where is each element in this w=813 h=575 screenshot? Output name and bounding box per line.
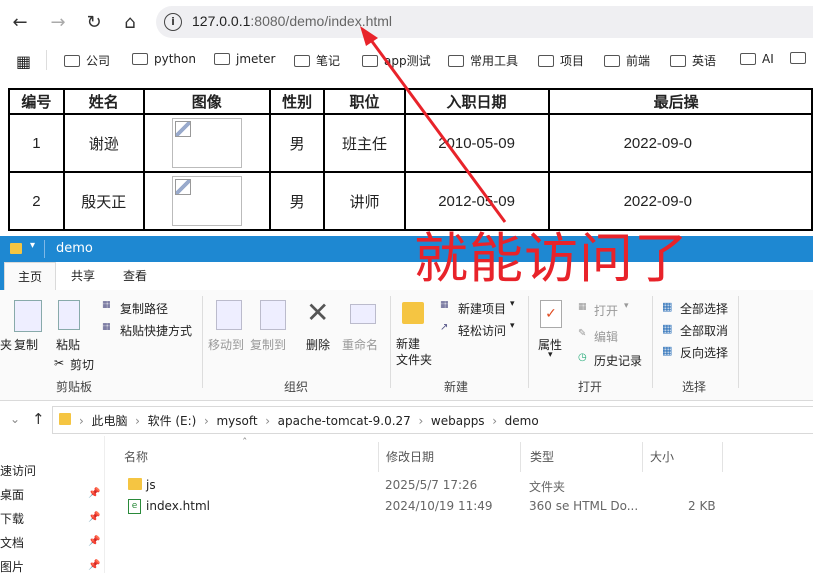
annotation-arrow [360,26,507,223]
arrow-line [366,35,507,223]
annotation-text: 就能访问了 [414,227,689,290]
arrow-head [360,26,378,46]
